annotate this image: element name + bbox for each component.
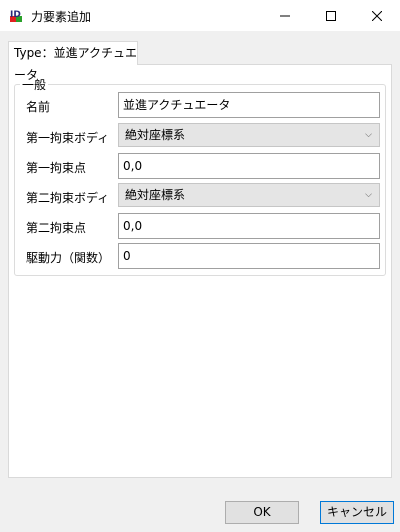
svg-text:ID: ID: [10, 10, 21, 20]
first-point-field[interactable]: 0,0: [118, 153, 380, 179]
app-logo-icon: ID: [9, 8, 23, 23]
name-field[interactable]: 並進アクチュエータ: [118, 92, 380, 118]
chevron-down-icon: ⌵: [365, 130, 372, 140]
maximize-button[interactable]: [308, 0, 354, 31]
second-point-field[interactable]: 0,0: [118, 213, 380, 239]
driving-force-field[interactable]: 0: [118, 243, 380, 269]
first-body-select[interactable]: 絶対座標系 ⌵: [118, 123, 380, 147]
second-body-label: 第二拘束ボディ: [26, 191, 110, 205]
maximize-icon: [326, 10, 336, 21]
chevron-down-icon: ⌵: [365, 190, 372, 200]
second-point-label: 第二拘束点: [26, 221, 87, 235]
driving-force-label: 駆動力（関数）: [26, 251, 111, 265]
first-body-value: 絶対座標系: [125, 128, 186, 142]
minimize-button[interactable]: [262, 0, 308, 31]
title-bar: ID 力要素追加: [0, 0, 400, 31]
first-point-label: 第一拘束点: [26, 161, 87, 175]
second-body-value: 絶対座標系: [125, 188, 186, 202]
close-icon: [372, 10, 382, 21]
second-body-select[interactable]: 絶対座標系 ⌵: [118, 183, 380, 207]
minimize-icon: [280, 15, 290, 16]
close-button[interactable]: [354, 0, 400, 31]
ok-button[interactable]: OK: [225, 501, 299, 524]
first-body-label: 第一拘束ボディ: [26, 131, 110, 145]
window-title: 力要素追加: [31, 10, 92, 24]
cancel-button[interactable]: キャンセル: [320, 501, 394, 524]
tab-type-actuator[interactable]: Type：並進アクチュエータ: [8, 41, 138, 82]
name-label: 名前: [26, 100, 51, 114]
